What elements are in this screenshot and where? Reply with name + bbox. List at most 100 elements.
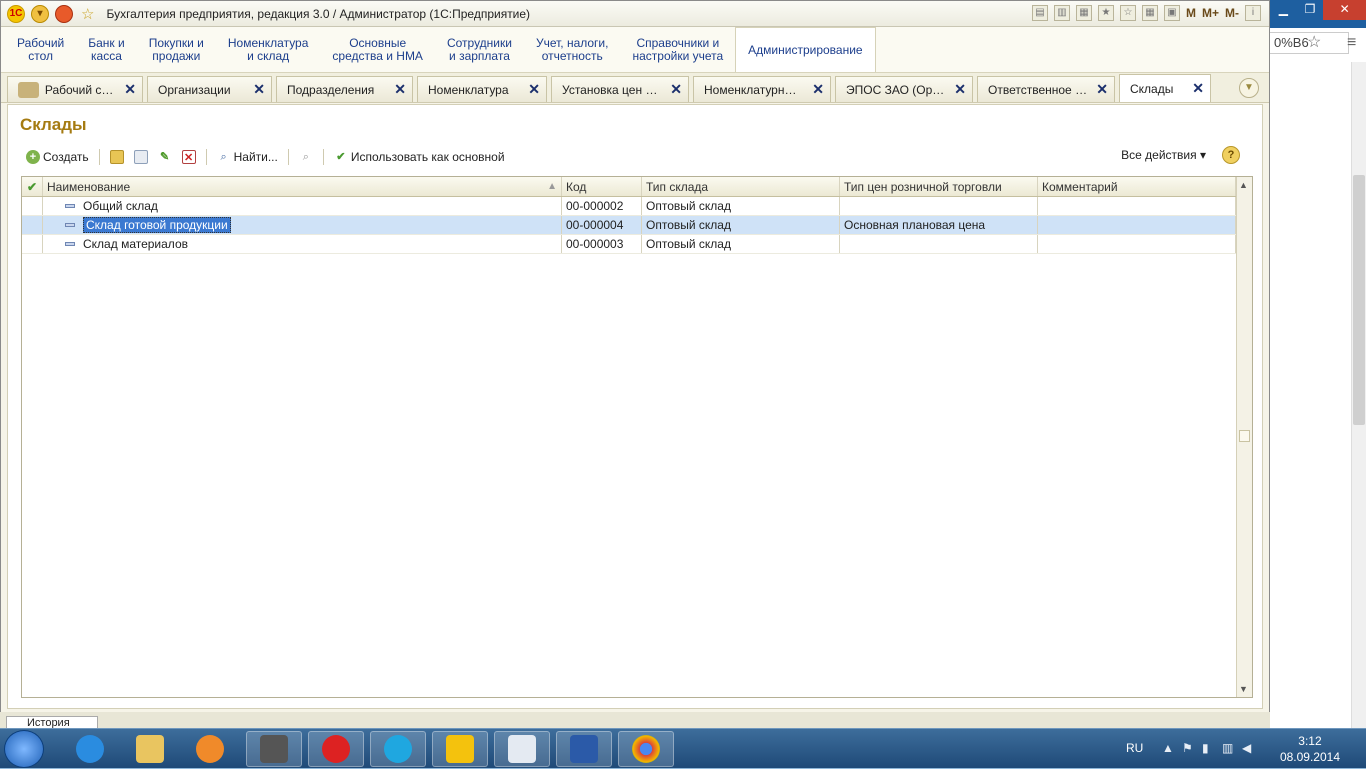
star-icon[interactable]: ☆ (1307, 32, 1321, 52)
window-controls: ▁ ❐ ✕ (1270, 0, 1366, 20)
all-actions-button[interactable]: Все действия ▾ (1121, 148, 1206, 162)
copy-button[interactable] (130, 148, 152, 166)
table-cell: Склад готовой продукции (43, 216, 562, 234)
tab-departments[interactable]: Подразделения ✕ (276, 76, 413, 102)
folder-add-icon (109, 150, 124, 164)
section-references[interactable]: Справочники и настройки учета (620, 27, 735, 72)
column-header-type[interactable]: Тип склада (642, 177, 840, 196)
menu-icon[interactable]: ≡ (1347, 34, 1356, 52)
table-row[interactable]: Общий склад 00-000002 Оптовый склад (22, 197, 1252, 216)
flag-icon[interactable]: ⚑ (1182, 741, 1193, 755)
taskbar-chrome[interactable] (618, 731, 674, 767)
taskbar-media[interactable] (182, 731, 238, 767)
tab-nomenclature-groups[interactable]: Номенклатурные ... ✕ (693, 76, 831, 102)
tab-epos-org[interactable]: ЭПОС ЗАО (Орган...✕ (835, 76, 973, 102)
close-tab-icon[interactable]: ✕ (804, 81, 824, 98)
close-tab-icon[interactable]: ✕ (245, 81, 265, 98)
volume-icon[interactable]: ◀ (1242, 741, 1251, 755)
scroll-up-icon[interactable]: ▲ (1239, 180, 1248, 190)
info-icon[interactable]: i (1245, 5, 1261, 21)
column-header-code[interactable]: Код (562, 177, 642, 196)
warehouses-table[interactable]: ✔ Наименование ▲ Код Тип склада Тип цен р… (21, 176, 1253, 698)
language-indicator[interactable]: RU (1126, 741, 1143, 755)
memory-button-m-minus[interactable]: M- (1225, 6, 1239, 20)
favorites-star-icon[interactable]: ☆ (81, 5, 94, 23)
taskbar-word[interactable] (556, 731, 612, 767)
taskbar-skype[interactable] (370, 731, 426, 767)
section-purchases[interactable]: Покупки и продажи (137, 27, 216, 72)
column-header-comment[interactable]: Комментарий (1038, 177, 1236, 196)
tab-organizations[interactable]: Организации ✕ (147, 76, 272, 102)
tab-warehouses[interactable]: Склады ✕ (1119, 74, 1211, 102)
taskbar-1c[interactable] (432, 731, 488, 767)
close-tab-icon[interactable]: ✕ (116, 81, 136, 98)
history-back-icon[interactable] (55, 4, 73, 23)
browser-scroll-thumb[interactable] (1353, 175, 1365, 425)
table-row[interactable]: Склад материалов 00-000003 Оптовый склад (22, 235, 1252, 254)
print-icon[interactable]: ▥ (1053, 5, 1070, 21)
mark-column-header[interactable]: ✔ (22, 177, 43, 196)
create-folder-button[interactable] (106, 148, 128, 166)
main-menu-icon[interactable]: ▾ (31, 4, 49, 23)
memory-button-m-plus[interactable]: M+ (1202, 6, 1219, 20)
tab-price-setup[interactable]: Установка цен но... ✕ (551, 76, 689, 102)
calendar-icon[interactable]: ▣ (1163, 5, 1180, 21)
tab-label: Установка цен но... (562, 82, 663, 97)
scroll-thumb[interactable] (1239, 430, 1250, 442)
edit-button[interactable]: ✎ (154, 148, 176, 166)
section-accounting[interactable]: Учет, налоги, отчетность (524, 27, 621, 72)
tabs-list-dropdown-icon[interactable]: ▼ (1239, 78, 1259, 98)
table-scrollbar[interactable]: ▲ ▼ (1236, 177, 1252, 697)
close-tab-icon[interactable]: ✕ (946, 81, 966, 98)
taskbar-ie[interactable] (62, 731, 118, 767)
scroll-down-icon[interactable]: ▼ (1239, 684, 1248, 694)
add-favorite-icon[interactable]: ★ (1097, 5, 1114, 21)
app-icon (260, 735, 288, 763)
tab-nomenclature[interactable]: Номенклатура ✕ (417, 76, 547, 102)
app-logo-icon[interactable]: 1С (7, 4, 25, 23)
cancel-search-button[interactable]: ⌕ (295, 148, 317, 166)
section-fixed-assets[interactable]: Основные средства и НМА (320, 27, 435, 72)
taskbar-word-doc[interactable] (494, 731, 550, 767)
section-administration[interactable]: Администрирование (735, 27, 876, 72)
taskbar-app1[interactable] (246, 731, 302, 767)
mark-delete-button[interactable]: ✕ (178, 148, 200, 166)
close-tab-icon[interactable]: ✕ (386, 81, 406, 98)
toolbar-separator (287, 149, 289, 165)
use-as-main-button[interactable]: ✔ Использовать как основной (330, 148, 509, 166)
clock[interactable]: 3:12 08.09.2014 (1280, 733, 1340, 765)
column-header-name[interactable]: Наименование ▲ (43, 177, 562, 196)
tab-responsible[interactable]: Ответственное ли... ✕ (977, 76, 1115, 102)
memory-button-m[interactable]: M (1186, 6, 1196, 20)
start-button[interactable] (4, 730, 44, 768)
preview-icon[interactable]: ▦ (1075, 5, 1092, 21)
close-tab-icon[interactable]: ✕ (662, 81, 682, 98)
maximize-icon[interactable]: ❐ (1297, 0, 1324, 20)
network-icon[interactable]: ▥ (1222, 741, 1233, 755)
taskbar-explorer[interactable] (122, 731, 178, 767)
tray-expand-icon[interactable]: ▲ (1162, 741, 1174, 755)
section-bank[interactable]: Банк и касса (76, 27, 136, 72)
minimize-icon[interactable]: ▁ (1270, 0, 1297, 20)
column-header-price-type[interactable]: Тип цен розничной торговли (840, 177, 1038, 196)
help-icon[interactable]: ? (1222, 146, 1240, 164)
table-header: ✔ Наименование ▲ Код Тип склада Тип цен р… (22, 177, 1252, 197)
save-icon[interactable]: ▤ (1031, 5, 1048, 21)
section-employees[interactable]: Сотрудники и зарплата (435, 27, 524, 72)
tab-label: Подразделения (287, 82, 375, 97)
close-tab-icon[interactable]: ✕ (520, 81, 540, 98)
tab-desktop[interactable]: Рабочий стол ✕ (7, 76, 143, 102)
favorites-icon[interactable]: ☆ (1119, 5, 1136, 21)
close-tab-icon[interactable]: ✕ (1184, 80, 1204, 97)
device-icon[interactable]: ▮ (1202, 741, 1209, 755)
taskbar: RU ▲ ⚑ ▮ ▥ ◀ 3:12 08.09.2014 (0, 728, 1366, 768)
close-icon[interactable]: ✕ (1323, 0, 1366, 20)
section-nomenclature[interactable]: Номенклатура и склад (216, 27, 321, 72)
find-button[interactable]: ⌕ Найти... (213, 148, 282, 166)
close-tab-icon[interactable]: ✕ (1088, 81, 1108, 98)
taskbar-app2[interactable] (308, 731, 364, 767)
calculator-icon[interactable]: ▦ (1141, 5, 1158, 21)
table-row-selected[interactable]: Склад готовой продукции 00-000004 Оптовы… (22, 216, 1252, 235)
section-desktop[interactable]: Рабочий стол (5, 27, 76, 72)
create-button[interactable]: + Создать (22, 148, 93, 166)
